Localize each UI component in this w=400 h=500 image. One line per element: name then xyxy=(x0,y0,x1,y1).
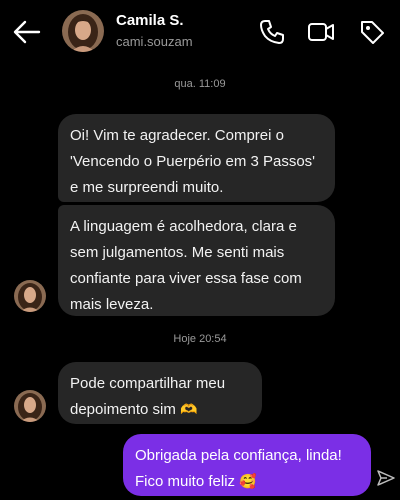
contact-name[interactable]: Camila S. xyxy=(116,12,184,29)
timestamp: Hoje 20:54 xyxy=(173,333,227,345)
emoji: 🥰 xyxy=(239,474,257,490)
contact-avatar[interactable] xyxy=(62,10,104,52)
contact-avatar-small[interactable] xyxy=(14,390,46,422)
video-icon[interactable] xyxy=(307,18,335,46)
contact-username[interactable]: cami.souzam xyxy=(116,34,193,49)
message-bubble-incoming[interactable]: Pode compartilhar meu depoimento sim 🫶 xyxy=(58,362,262,424)
message-text: A linguagem é acolhedora, clara e sem ju… xyxy=(70,218,302,313)
send-icon[interactable] xyxy=(376,468,396,488)
timestamp: qua. 11:09 xyxy=(174,78,226,90)
chat-header: Camila S. cami.souzam xyxy=(0,0,400,64)
message-text: Oi! Vim te agradecer. Comprei o 'Vencend… xyxy=(70,127,316,196)
phone-icon[interactable] xyxy=(258,18,286,46)
emoji: 🫶 xyxy=(180,402,198,418)
contact-avatar-small[interactable] xyxy=(14,280,46,312)
chat-screen: Camila S. cami.souzam qua. 11:09 Oi! Vim… xyxy=(0,0,400,500)
message-bubble-outgoing[interactable]: Obrigada pela confiança, linda! Fico mui… xyxy=(123,434,371,496)
tag-icon[interactable] xyxy=(358,18,386,46)
back-arrow-icon[interactable] xyxy=(12,18,42,46)
message-text: Pode compartilhar meu depoimento sim xyxy=(70,375,226,418)
message-bubble-incoming[interactable]: Oi! Vim te agradecer. Comprei o 'Vencend… xyxy=(58,114,335,202)
message-bubble-incoming[interactable]: A linguagem é acolhedora, clara e sem ju… xyxy=(58,205,335,316)
